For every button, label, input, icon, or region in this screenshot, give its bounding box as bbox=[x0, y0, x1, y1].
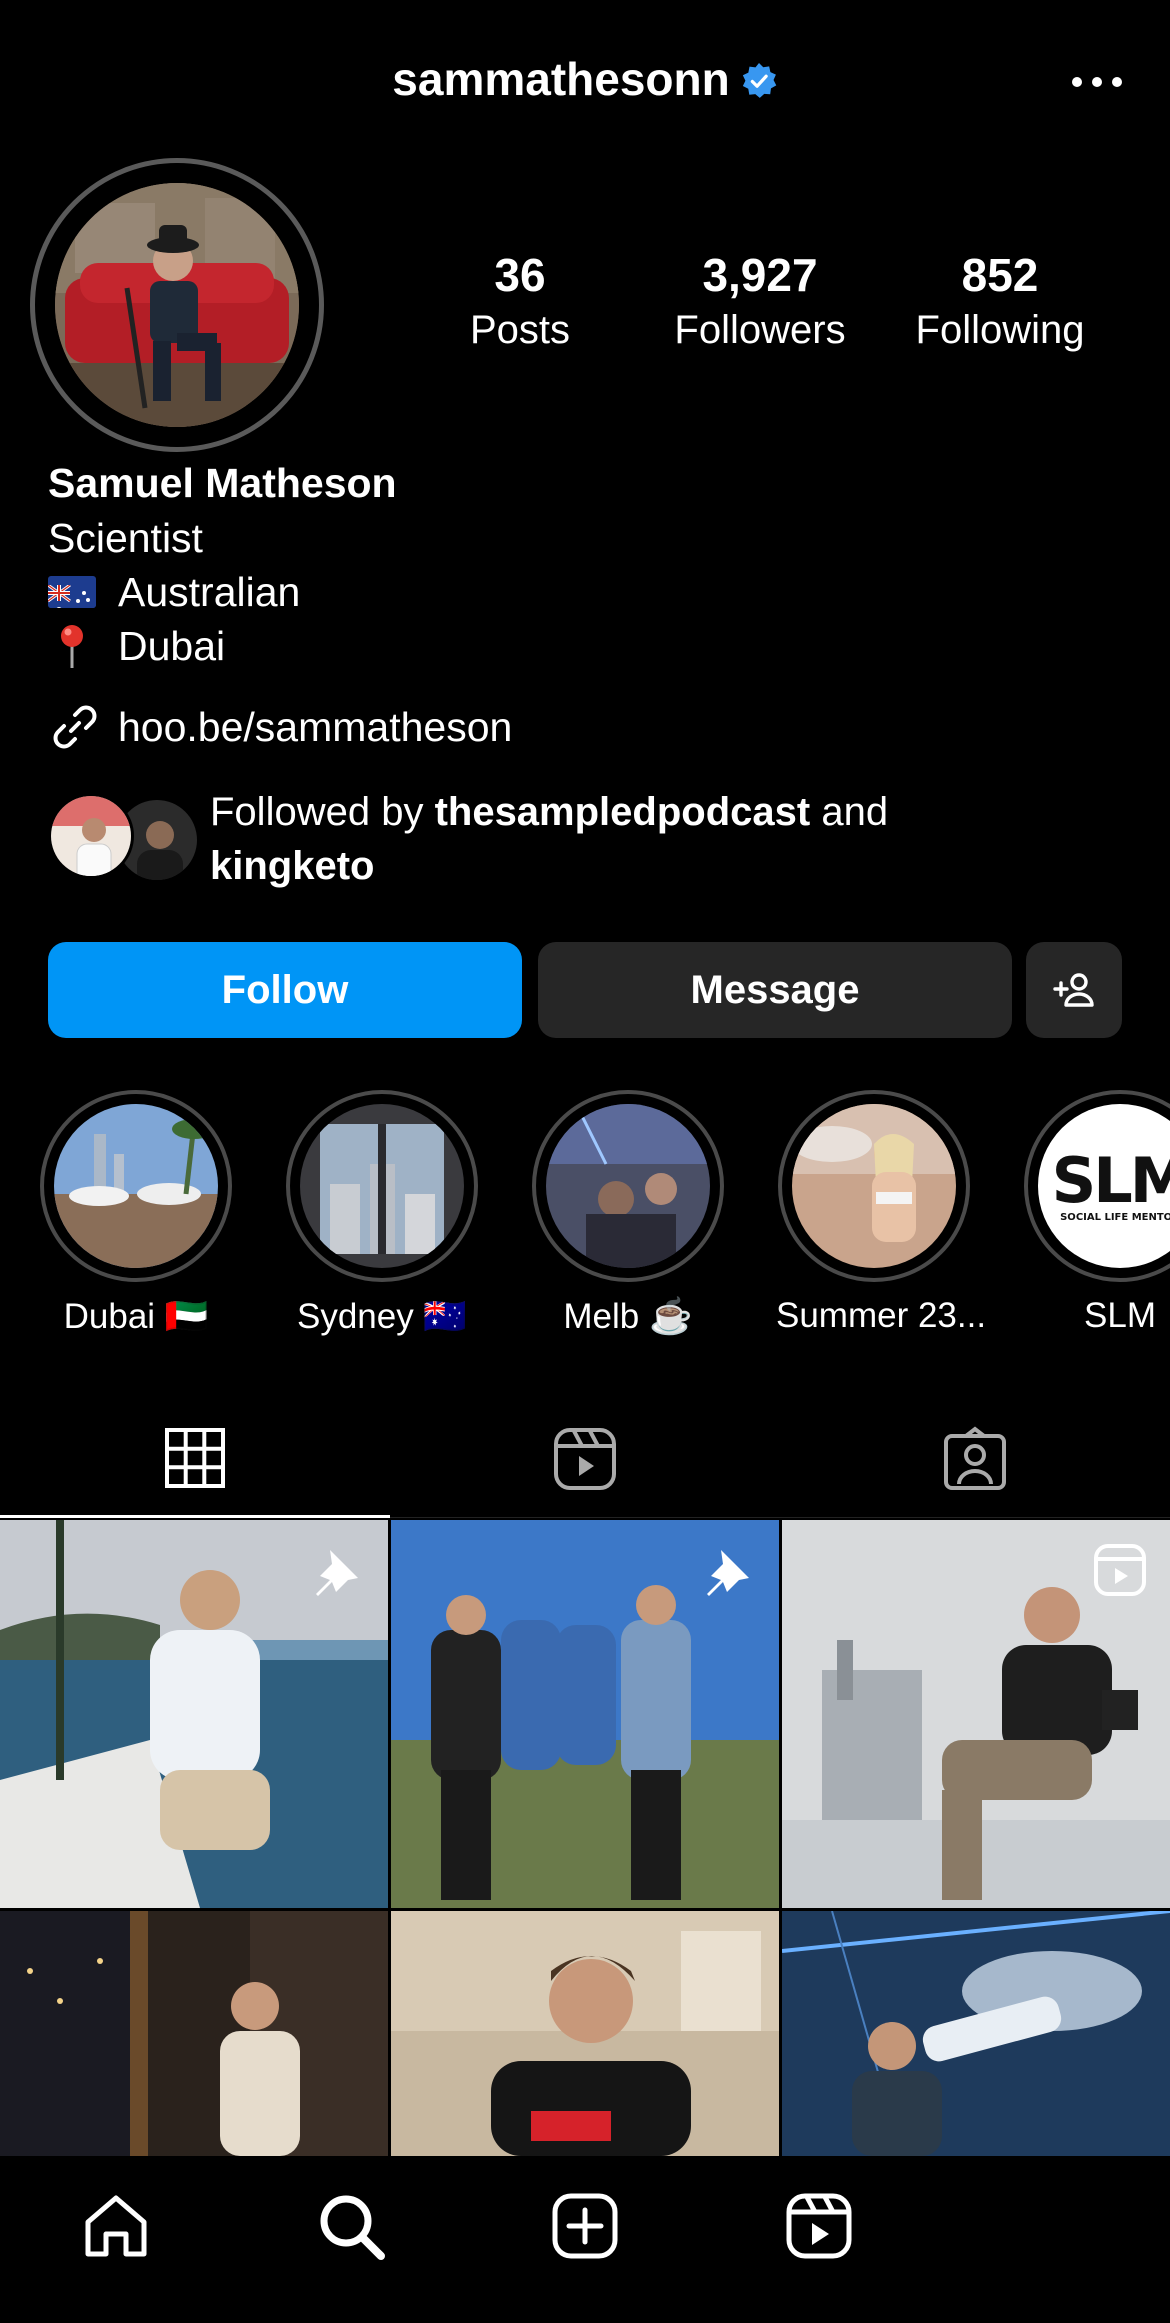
stat-followers-count: 3,927 bbox=[702, 249, 818, 301]
add-user-icon bbox=[1053, 973, 1094, 1007]
avatar-photo bbox=[55, 183, 299, 427]
post-photo bbox=[782, 1911, 1170, 2156]
profile-actions: Follow Message bbox=[48, 942, 1122, 1038]
reel-icon bbox=[1094, 1544, 1146, 1596]
highlight-melb[interactable]: Melb ☕️ bbox=[530, 1090, 726, 1337]
post-thumbnail[interactable] bbox=[0, 1911, 388, 2156]
reels-icon bbox=[554, 1428, 616, 1490]
stat-following-count: 852 bbox=[961, 249, 1039, 301]
profile-avatar[interactable] bbox=[55, 183, 299, 427]
stat-followers-label: Followers bbox=[674, 308, 846, 352]
suggested-users-button[interactable] bbox=[1026, 942, 1122, 1038]
stat-posts[interactable]: 36 Posts bbox=[430, 245, 610, 355]
highlight-cover: SLM SOCIAL LIFE MENTOR bbox=[1038, 1104, 1170, 1268]
highlight-cover bbox=[300, 1104, 464, 1268]
mutual-follower-avatar-1 bbox=[48, 793, 134, 879]
profile-display-name: Samuel Matheson bbox=[48, 460, 397, 506]
bottom-navigation bbox=[0, 2156, 1170, 2323]
round-pushpin-icon bbox=[48, 622, 96, 670]
pin-icon bbox=[316, 1550, 358, 1596]
highlight-cover bbox=[546, 1104, 710, 1268]
post-thumbnail[interactable] bbox=[0, 1520, 388, 1908]
profile-link-text[interactable]: hoo.be/sammatheson bbox=[118, 704, 512, 751]
bio-line-occupation: Scientist bbox=[48, 515, 203, 561]
tab-reels[interactable] bbox=[390, 1400, 780, 1518]
highlight-label: Sydney 🇦🇺 bbox=[296, 1297, 468, 1336]
mutual-follower-1[interactable]: thesampledpodcast bbox=[435, 790, 811, 834]
highlight-summer23[interactable]: Summer 23... bbox=[776, 1090, 987, 1336]
highlight-ring bbox=[778, 1090, 970, 1282]
post-thumbnail[interactable] bbox=[391, 1911, 779, 2156]
highlight-label: SLM bbox=[1084, 1296, 1156, 1335]
bio-line-nationality: Australian bbox=[48, 565, 1128, 619]
verified-badge-icon bbox=[742, 62, 777, 98]
pin-icon bbox=[707, 1550, 749, 1596]
profile-avatar-ring[interactable] bbox=[30, 158, 324, 452]
nav-create[interactable] bbox=[545, 2186, 625, 2266]
profile-link[interactable]: hoo.be/sammatheson bbox=[48, 700, 512, 754]
mutual-follower-2[interactable]: kingketo bbox=[210, 844, 374, 888]
more-dot bbox=[1112, 77, 1122, 87]
message-button[interactable]: Message bbox=[538, 942, 1012, 1038]
highlight-label: Melb ☕️ bbox=[563, 1297, 693, 1336]
nav-home[interactable] bbox=[76, 2186, 156, 2266]
post-photo bbox=[0, 1911, 388, 2156]
home-icon bbox=[85, 2195, 147, 2257]
highlight-ring bbox=[532, 1090, 724, 1282]
highlight-ring bbox=[286, 1090, 478, 1282]
highlight-cover bbox=[54, 1104, 218, 1268]
follow-button[interactable]: Follow bbox=[48, 942, 522, 1038]
post-thumbnail[interactable] bbox=[782, 1911, 1170, 2156]
stat-posts-label: Posts bbox=[469, 308, 571, 352]
bio-line-location: Dubai bbox=[48, 619, 1128, 673]
profile-username: sammathesonn bbox=[0, 52, 1170, 106]
bio-location-text: Dubai bbox=[118, 623, 226, 669]
slm-logo-subtext: SOCIAL LIFE MENTOR bbox=[1060, 1211, 1170, 1223]
more-options-button[interactable] bbox=[1072, 62, 1122, 102]
bio-nationality-text: Australian bbox=[118, 569, 301, 615]
nav-search[interactable] bbox=[311, 2186, 391, 2266]
followed-by-section[interactable]: Followed by thesampledpodcast and kingke… bbox=[48, 785, 1128, 895]
post-thumbnail[interactable] bbox=[391, 1520, 779, 1908]
tab-posts-grid[interactable] bbox=[0, 1400, 390, 1518]
create-icon bbox=[552, 2193, 618, 2259]
highlight-ring: SLM SOCIAL LIFE MENTOR bbox=[1024, 1090, 1170, 1282]
highlight-sydney[interactable]: Sydney 🇦🇺 bbox=[284, 1090, 480, 1337]
stat-following-label: Following bbox=[915, 308, 1085, 352]
grid-icon bbox=[165, 1427, 225, 1488]
post-photo bbox=[391, 1911, 779, 2156]
highlight-label: Dubai 🇦🇪 bbox=[63, 1297, 209, 1336]
link-icon bbox=[53, 705, 97, 749]
nav-reels[interactable] bbox=[779, 2186, 859, 2266]
posts-grid bbox=[0, 1520, 1170, 2156]
followed-by-text: Followed by thesampledpodcast and kingke… bbox=[210, 790, 889, 888]
highlight-ring bbox=[40, 1090, 232, 1282]
post-thumbnail[interactable] bbox=[782, 1520, 1170, 1908]
profile-content-tabs bbox=[0, 1400, 1170, 1518]
highlight-dubai[interactable]: Dubai 🇦🇪 bbox=[38, 1090, 234, 1337]
tagged-icon bbox=[944, 1426, 1006, 1490]
reels-icon bbox=[786, 2193, 852, 2259]
highlight-cover bbox=[792, 1104, 956, 1268]
highlight-label: Summer 23... bbox=[776, 1296, 987, 1335]
profile-header: sammathesonn bbox=[0, 0, 1170, 170]
profile-stats: 36 Posts 3,927 Followers 852 Following bbox=[430, 245, 1130, 365]
more-dot bbox=[1072, 77, 1082, 87]
tab-tagged[interactable] bbox=[780, 1400, 1170, 1518]
search-icon bbox=[320, 2195, 385, 2260]
profile-bio: Samuel Matheson Scientist Australian Dub… bbox=[48, 455, 1128, 673]
stat-following[interactable]: 852 Following bbox=[900, 245, 1100, 355]
more-dot bbox=[1092, 77, 1102, 87]
stat-posts-count: 36 bbox=[494, 249, 546, 301]
slm-logo-text: SLM bbox=[1051, 1143, 1170, 1217]
stat-followers[interactable]: 3,927 Followers bbox=[660, 245, 860, 355]
highlight-slm[interactable]: SLM SOCIAL LIFE MENTOR SLM bbox=[1022, 1090, 1170, 1336]
australia-flag-icon bbox=[48, 576, 96, 608]
story-highlights: Dubai 🇦🇪 Sydney 🇦🇺 Melb ☕️ Summer 23... … bbox=[0, 1090, 1170, 1350]
